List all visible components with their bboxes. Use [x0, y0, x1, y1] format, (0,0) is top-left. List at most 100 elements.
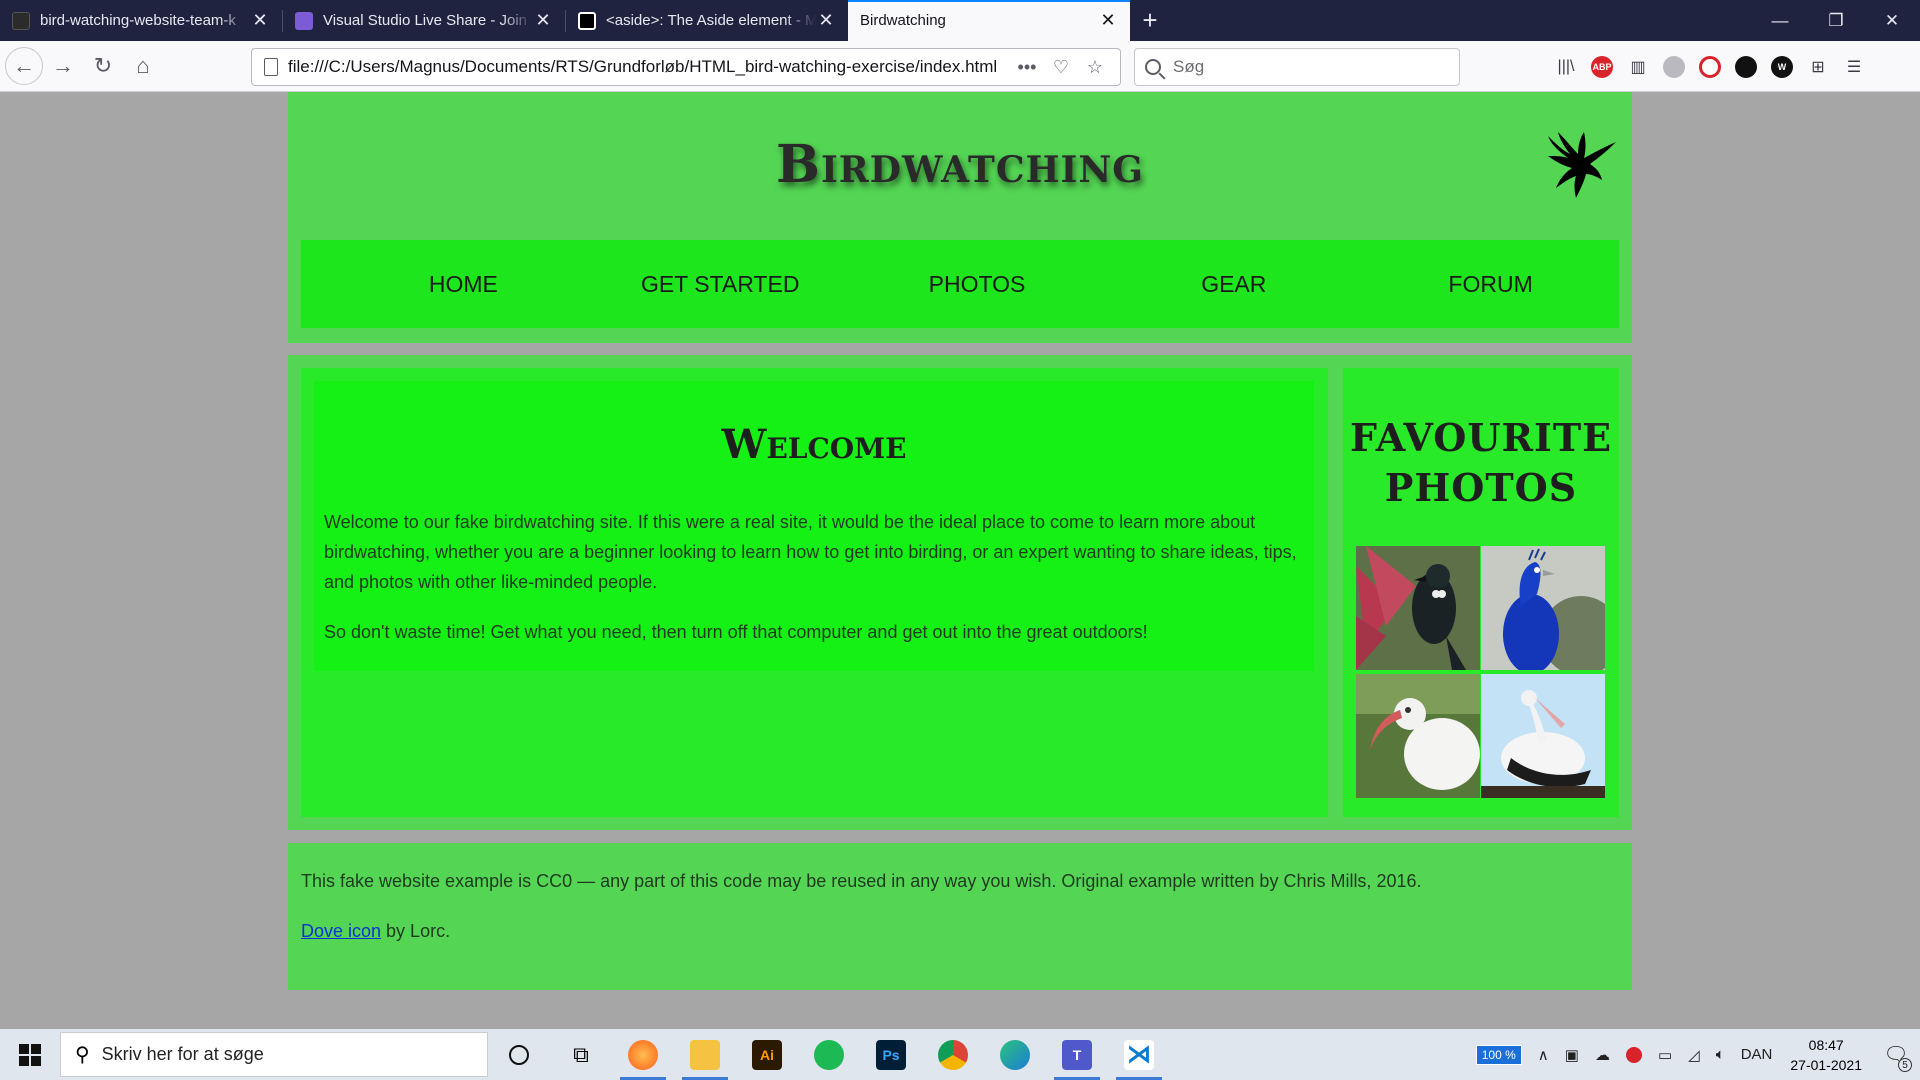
taskbar-app-file-explorer[interactable]: [674, 1029, 736, 1080]
taskbar-search[interactable]: ⚲: [60, 1032, 488, 1077]
gmail-icon[interactable]: [1618, 1029, 1650, 1080]
block-icon[interactable]: [1692, 49, 1728, 85]
photo-peacock[interactable]: [1481, 546, 1605, 670]
main-content: Welcome Welcome to our fake birdwatching…: [288, 355, 1632, 830]
task-view-icon: ⧉: [573, 1041, 589, 1067]
bookmark-star-icon[interactable]: ☆: [1078, 57, 1112, 78]
taskbar-app-vscode[interactable]: ⋊: [1108, 1029, 1170, 1080]
search-bar[interactable]: [1134, 48, 1460, 86]
zoom-indicator[interactable]: 100 %: [1468, 1029, 1530, 1080]
aside-heading: FAVOURITE PHOTOS: [1349, 415, 1613, 510]
photo-stork[interactable]: [1481, 674, 1605, 798]
nav-link-get-started[interactable]: GET STARTED: [592, 271, 849, 298]
folder-icon: [690, 1039, 720, 1070]
live-share-icon: [295, 11, 313, 30]
sidebar-icon[interactable]: ▥: [1620, 49, 1656, 85]
nav-link-home[interactable]: HOME: [335, 271, 592, 298]
extensions-icon[interactable]: ⊞: [1800, 49, 1836, 85]
tab-birdwatching[interactable]: Birdwatching ✕: [848, 0, 1130, 41]
footer-credit-text: by Lorc.: [381, 921, 451, 941]
article: Welcome Welcome to our fake birdwatching…: [301, 368, 1328, 817]
reload-button[interactable]: ↻: [83, 48, 123, 84]
task-view-button[interactable]: ⧉: [550, 1029, 612, 1080]
clock[interactable]: 08:47 27-01-2021: [1780, 1035, 1872, 1075]
site-header: Birdwatching HOME GET STARTED PHOTOS GEA…: [288, 92, 1632, 343]
onedrive-icon[interactable]: ☁: [1587, 1029, 1618, 1080]
minimize-button[interactable]: —: [1752, 0, 1808, 41]
taskbar-app-illustrator[interactable]: Ai: [736, 1029, 798, 1080]
globe-icon[interactable]: [1656, 49, 1692, 85]
browser-tab-strip: bird-watching-website-team-k ✕ Visual St…: [0, 0, 1920, 41]
close-icon[interactable]: ✕: [533, 10, 553, 31]
mdn-icon: [578, 11, 596, 30]
close-icon[interactable]: ✕: [816, 10, 836, 31]
taskbar-app-firefox[interactable]: [612, 1029, 674, 1080]
search-icon: ⚲: [75, 1044, 90, 1066]
zoom-level: 100 %: [1475, 1044, 1522, 1065]
restore-button[interactable]: ❐: [1808, 0, 1864, 41]
search-input[interactable]: [1173, 57, 1433, 77]
language-indicator[interactable]: DAN: [1733, 1029, 1781, 1080]
tab-label: Visual Studio Live Share - Join S: [323, 12, 533, 29]
forward-button[interactable]: →: [43, 48, 83, 84]
wifi-icon[interactable]: ◿: [1680, 1029, 1708, 1080]
page-viewport: Birdwatching HOME GET STARTED PHOTOS GEA…: [0, 92, 1920, 1029]
tab-aside-element[interactable]: <aside>: The Aside element - M ✕: [566, 0, 848, 41]
cortana-button[interactable]: [488, 1029, 550, 1080]
taskbar-app-chrome[interactable]: [922, 1029, 984, 1080]
taskbar-search-input[interactable]: [101, 1044, 462, 1065]
close-icon[interactable]: ✕: [1098, 10, 1118, 31]
windows-icon: [19, 1043, 41, 1066]
home-button[interactable]: ⌂: [123, 48, 163, 84]
volume-icon[interactable]: 🔈︎: [1708, 1029, 1733, 1080]
arrow-right-icon: →: [52, 53, 74, 78]
notification-count: 5: [1898, 1058, 1912, 1072]
taskbar-app-photoshop[interactable]: Ps: [860, 1029, 922, 1080]
clock-time: 08:47: [1808, 1036, 1844, 1053]
back-button[interactable]: ←: [5, 47, 43, 85]
main-nav: HOME GET STARTED PHOTOS GEAR FORUM: [301, 240, 1619, 328]
url-text[interactable]: file:///C:/Users/Magnus/Documents/RTS/Gr…: [288, 57, 1010, 77]
w-extension-icon[interactable]: W: [1764, 49, 1800, 85]
home-icon: ⌂: [136, 53, 150, 78]
nav-link-photos[interactable]: PHOTOS: [849, 271, 1106, 298]
edge-icon: [1000, 1039, 1030, 1070]
taskbar-app-spotify[interactable]: [798, 1029, 860, 1080]
start-button[interactable]: [0, 1029, 60, 1080]
show-hidden-icons-button[interactable]: ∧: [1530, 1029, 1557, 1080]
photo-tui-bird[interactable]: [1356, 546, 1480, 670]
window-controls: — ❐ ✕: [1752, 0, 1920, 41]
nav-link-gear[interactable]: GEAR: [1105, 271, 1362, 298]
close-window-button[interactable]: ✕: [1864, 0, 1920, 41]
spotify-icon: [814, 1039, 844, 1070]
favourite-photos-aside: FAVOURITE PHOTOS: [1343, 368, 1619, 817]
tab-visual-studio-live-share[interactable]: Visual Studio Live Share - Join S ✕: [283, 0, 565, 41]
reload-icon: ↻: [93, 53, 113, 78]
system-tray: 100 % ∧ ▣ ☁ ▭ ◿ 🔈︎ DAN 08:47 27-01-2021 …: [1468, 1029, 1920, 1080]
tab-bird-watching-website[interactable]: bird-watching-website-team-k ✕: [0, 0, 282, 41]
adblock-icon[interactable]: ABP: [1584, 49, 1620, 85]
notification-center-button[interactable]: 🗨︎ 5: [1872, 1029, 1920, 1080]
battery-icon[interactable]: ▭: [1650, 1029, 1680, 1080]
meet-now-icon[interactable]: ▣: [1557, 1029, 1587, 1080]
cortana-icon: [509, 1044, 529, 1065]
taskbar-app-edge[interactable]: [984, 1029, 1046, 1080]
nav-link-forum[interactable]: FORUM: [1362, 271, 1619, 298]
chevron-up-icon: ∧: [1537, 1046, 1549, 1064]
ghost-icon[interactable]: [1728, 49, 1764, 85]
new-tab-button[interactable]: +: [1130, 0, 1170, 41]
taskbar-app-teams[interactable]: T: [1046, 1029, 1108, 1080]
vscode-icon: ⋊: [1124, 1039, 1154, 1070]
close-icon[interactable]: ✕: [250, 10, 270, 31]
library-icon[interactable]: |||\: [1548, 49, 1584, 85]
footer-credit: Dove icon by Lorc.: [301, 921, 450, 942]
photo-ibis[interactable]: [1356, 674, 1480, 798]
pocket-icon[interactable]: ♡: [1044, 57, 1078, 78]
firefox-icon: [628, 1039, 658, 1070]
address-bar[interactable]: file:///C:/Users/Magnus/Documents/RTS/Gr…: [251, 48, 1121, 86]
dove-icon-link[interactable]: Dove icon: [301, 921, 381, 941]
tab-label: Birdwatching: [860, 12, 946, 29]
menu-icon[interactable]: ☰: [1836, 49, 1872, 85]
page-actions-icon[interactable]: •••: [1010, 57, 1044, 78]
site-footer: This fake website example is CC0 — any p…: [288, 843, 1632, 990]
